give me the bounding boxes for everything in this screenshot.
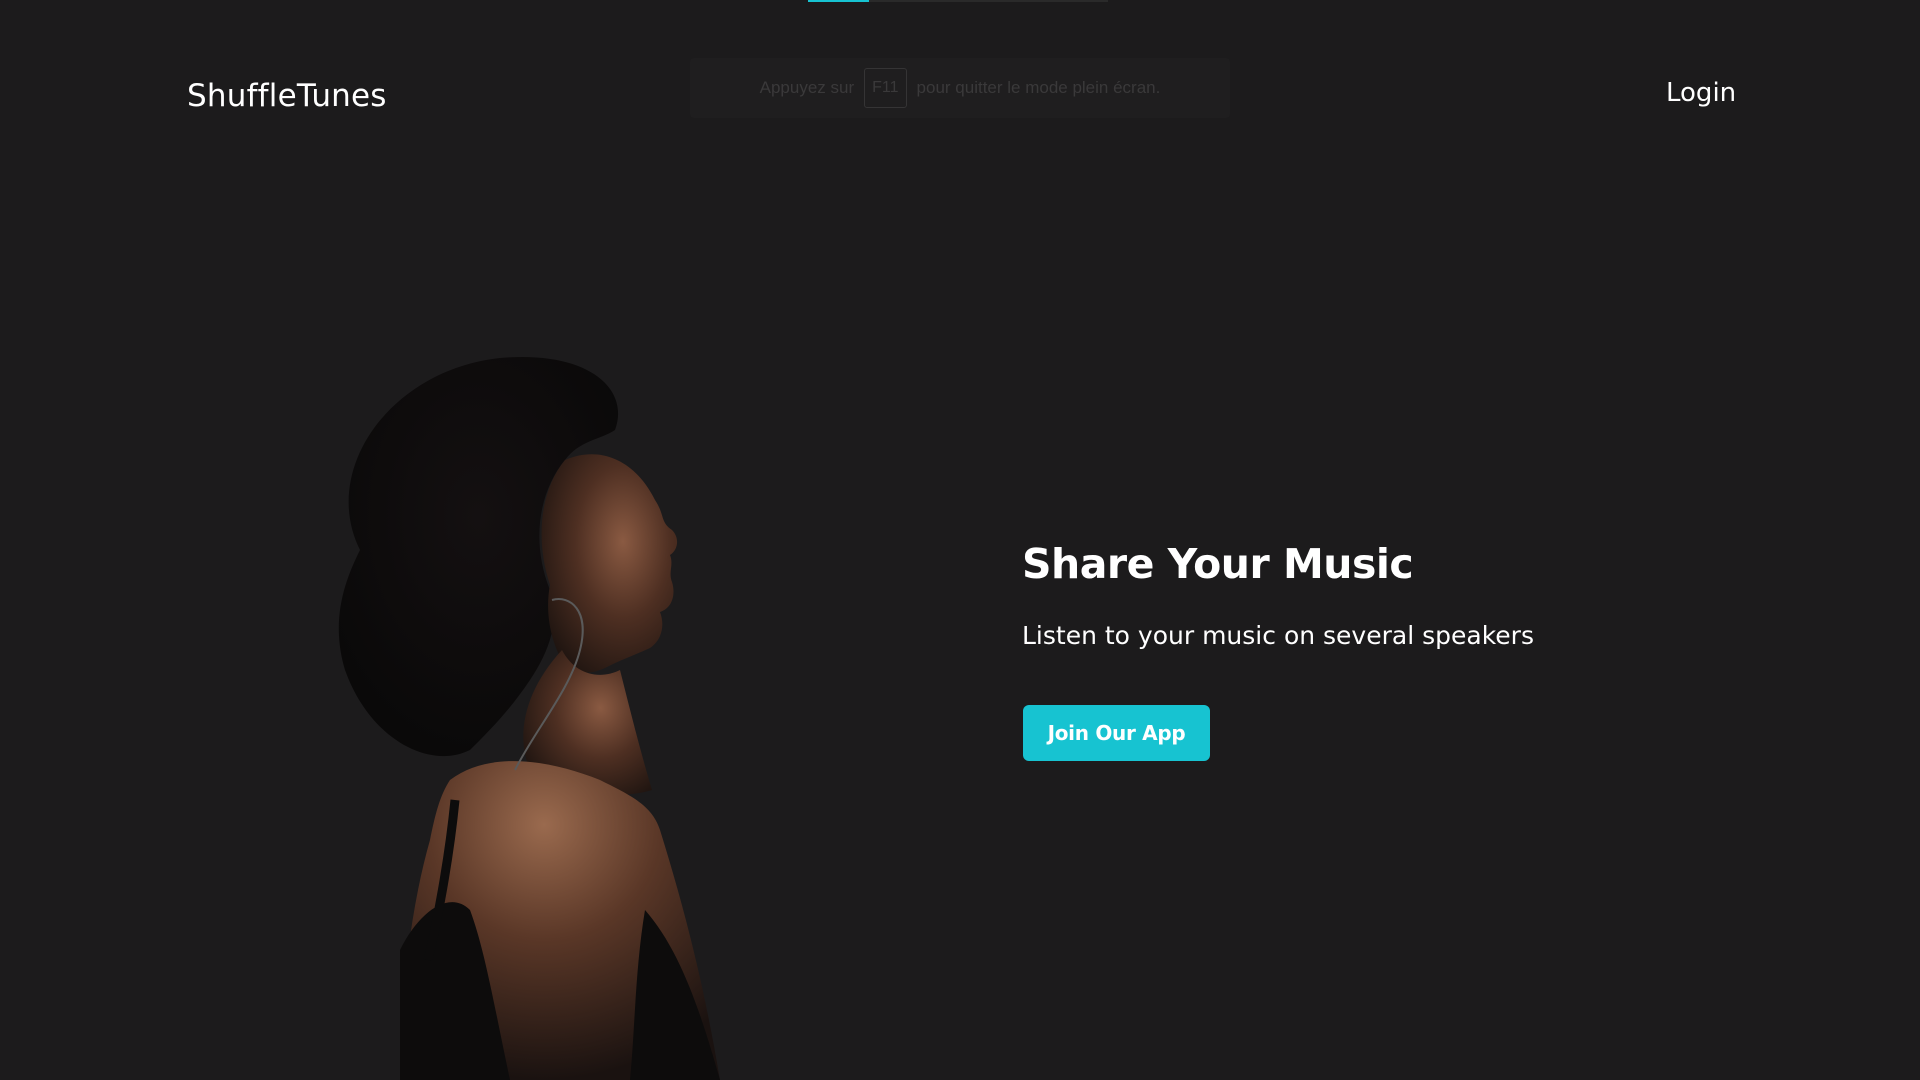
fullscreen-progress-fill: [808, 0, 869, 2]
join-app-button[interactable]: Join Our App: [1023, 705, 1210, 761]
hero-title: Share Your Music: [1022, 540, 1414, 588]
fullscreen-notice-suffix: pour quitter le mode plein écran.: [916, 78, 1161, 97]
fullscreen-progress-bar: [808, 0, 1108, 2]
fullscreen-notice-prefix: Appuyez sur: [759, 78, 855, 97]
landing-page: Appuyez sur F11 pour quitter le mode ple…: [0, 0, 1920, 1080]
face-shape: [541, 454, 678, 673]
fullscreen-notice-key: F11: [864, 68, 907, 108]
fullscreen-notice: Appuyez sur F11 pour quitter le mode ple…: [690, 58, 1230, 118]
login-link[interactable]: Login: [1666, 78, 1736, 108]
hero-image: [338, 356, 720, 1080]
site-logo[interactable]: ShuffleTunes: [187, 78, 387, 114]
hero-subtitle: Listen to your music on several speakers: [1022, 621, 1534, 650]
